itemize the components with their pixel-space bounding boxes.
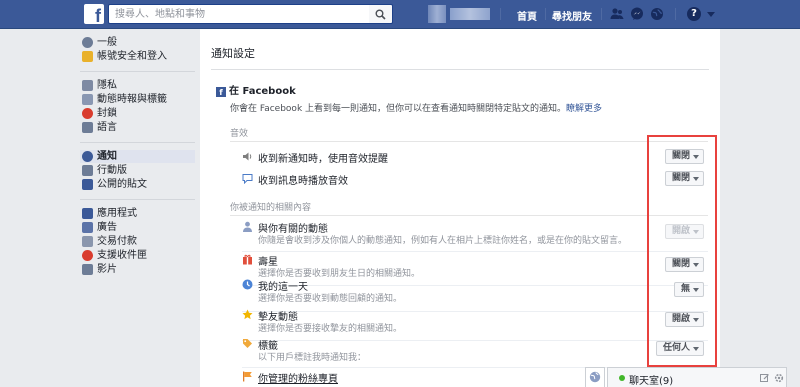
- sidebar-item-blocking[interactable]: 封鎖: [80, 107, 195, 120]
- chat-label: 聊天室(9): [629, 376, 674, 387]
- sound-group-label: 音效: [230, 129, 249, 139]
- nav-divider: [601, 8, 602, 20]
- online-status-icon: [619, 375, 625, 381]
- rss-icon: [82, 179, 93, 190]
- globe-icon: [82, 151, 93, 162]
- divider: [230, 141, 708, 142]
- sidebar-item-privacy[interactable]: 隱私: [80, 79, 195, 92]
- chat-sidebar-tab[interactable]: 聊天室(9): [607, 367, 787, 387]
- sidebar-item-language[interactable]: 語言: [80, 121, 195, 134]
- setting-row-notification-sound: 收到新通知時，使用音效提醒 關閉: [230, 149, 708, 170]
- search-input[interactable]: [109, 5, 369, 23]
- memories-icon: [242, 279, 253, 290]
- globe-icon: [589, 371, 601, 383]
- messages-icon[interactable]: [630, 7, 644, 21]
- find-friends-link[interactable]: 尋找朋友: [552, 8, 592, 23]
- facebook-logo-icon[interactable]: f: [84, 4, 104, 24]
- person-icon: [243, 221, 252, 232]
- sidebar-group-apps: 應用程式 廣告 交易付款 支援收件匣 影片: [80, 200, 195, 284]
- mobile-icon: [82, 165, 93, 176]
- setting-description: 以下用戶標註我時通知我：: [258, 353, 367, 363]
- setting-row-memories: 我的這一天 選擇你是否要收到動態回顧的通知。 無: [230, 278, 708, 312]
- help-icon[interactable]: ?: [687, 7, 701, 21]
- sidebar-item-timeline[interactable]: 動態時報與標籤: [80, 93, 195, 106]
- profile-avatar[interactable]: [428, 5, 446, 23]
- settings-sidebar: 一般 帳號安全和登入 隱私 動態時報與標籤 封鎖 語言 通知 行動版 公開的貼文…: [80, 29, 195, 284]
- sidebar-group-privacy: 隱私 動態時報與標籤 封鎖 語言: [80, 72, 195, 143]
- nav-divider: [675, 8, 676, 20]
- setting-title: 收到訊息時播放音效: [258, 176, 348, 187]
- sidebar-item-public-posts[interactable]: 公開的貼文: [80, 178, 195, 191]
- tag-icon: [243, 339, 252, 348]
- notifications-globe-icon[interactable]: [650, 7, 664, 21]
- nav-divider: [500, 8, 501, 20]
- sidebar-item-payments[interactable]: 交易付款: [80, 235, 195, 248]
- block-icon: [82, 108, 93, 119]
- search-button[interactable]: [369, 4, 393, 24]
- sidebar-group-notifications: 通知 行動版 公開的貼文: [80, 143, 195, 200]
- section-title: f在 Facebook: [216, 82, 296, 97]
- learn-more-link[interactable]: 瞭解更多: [566, 104, 602, 114]
- setting-title: 收到新通知時，使用音效提醒: [258, 154, 388, 165]
- gear-icon: [82, 37, 93, 48]
- account-menu-caret-icon[interactable]: [707, 12, 715, 17]
- search-icon: [375, 9, 386, 20]
- sidebar-item-ads[interactable]: 廣告: [80, 221, 195, 234]
- section-description: 你會在 Facebook 上看到每一則通知，但你可以在查看通知時關閉特定貼文的通…: [230, 104, 603, 114]
- timeline-icon: [82, 94, 93, 105]
- settings-gear-icon[interactable]: [774, 373, 784, 383]
- profile-name-link[interactable]: [450, 8, 490, 20]
- setting-row-activity-about-you: 與你有關的動態 你隨是會收到涉及你個人的動態通知，例如有人在相片上標註你姓名，或…: [230, 220, 708, 252]
- facebook-small-icon: f: [216, 87, 226, 97]
- compose-icon[interactable]: [760, 373, 770, 383]
- ads-icon: [82, 222, 93, 233]
- flag-icon: [243, 371, 252, 382]
- notification-settings-panel: 通知設定 f在 Facebook 你會在 Facebook 上看到每一則通知，但…: [200, 29, 720, 387]
- page-title: 通知設定: [211, 47, 255, 60]
- sidebar-group-general: 一般 帳號安全和登入: [80, 29, 195, 72]
- video-icon: [82, 264, 93, 275]
- sidebar-item-general[interactable]: 一般: [80, 36, 195, 49]
- sidebar-item-notifications[interactable]: 通知: [80, 150, 195, 163]
- support-icon: [82, 250, 93, 261]
- setting-description: 選擇你是否要收到動態回顧的通知。: [258, 294, 403, 304]
- chat-bubble-icon: [242, 174, 253, 184]
- sidebar-item-videos[interactable]: 影片: [80, 263, 195, 276]
- speaker-icon: [243, 152, 252, 161]
- setting-row-message-sound: 收到訊息時播放音效 關閉: [230, 171, 708, 192]
- divider: [211, 69, 709, 70]
- gift-icon: [243, 254, 252, 265]
- apps-icon: [82, 208, 93, 219]
- star-icon: [242, 309, 253, 320]
- related-group-label: 你被通知的相關內容: [230, 203, 312, 213]
- payment-icon: [82, 236, 93, 247]
- shield-icon: [82, 51, 93, 62]
- dropdown-column-highlight: [647, 135, 717, 367]
- search-box[interactable]: [108, 4, 370, 24]
- nav-divider: [545, 8, 546, 20]
- lock-icon: [82, 80, 93, 91]
- divider: [242, 251, 708, 252]
- top-navigation-bar: f 首頁 尋找朋友 ?: [0, 0, 800, 29]
- sidebar-item-support-inbox[interactable]: 支援收件匣: [80, 249, 195, 262]
- sidebar-item-mobile[interactable]: 行動版: [80, 164, 195, 177]
- sidebar-item-security[interactable]: 帳號安全和登入: [80, 50, 195, 63]
- sidebar-item-apps[interactable]: 應用程式: [80, 207, 195, 220]
- home-link[interactable]: 首頁: [517, 8, 537, 23]
- setting-row-close-friends: 摯友動態 選擇你是否要接收摯友的相關通知。 開啟: [230, 308, 708, 341]
- friend-requests-icon[interactable]: [610, 7, 624, 21]
- setting-description: 你隨是會收到涉及你個人的動態通知，例如有人在相片上標註你姓名，或是在你的貼文留言…: [258, 236, 628, 246]
- chat-options-button[interactable]: [585, 367, 605, 387]
- setting-description: 選擇你是否要接收摯友的相關通知。: [258, 324, 403, 334]
- setting-row-tags: 標籤 以下用戶標註我時通知我： 任何人: [230, 337, 708, 368]
- language-icon: [82, 122, 93, 133]
- divider: [230, 215, 708, 216]
- pages-you-manage-link[interactable]: 你管理的粉絲專頁: [258, 370, 338, 385]
